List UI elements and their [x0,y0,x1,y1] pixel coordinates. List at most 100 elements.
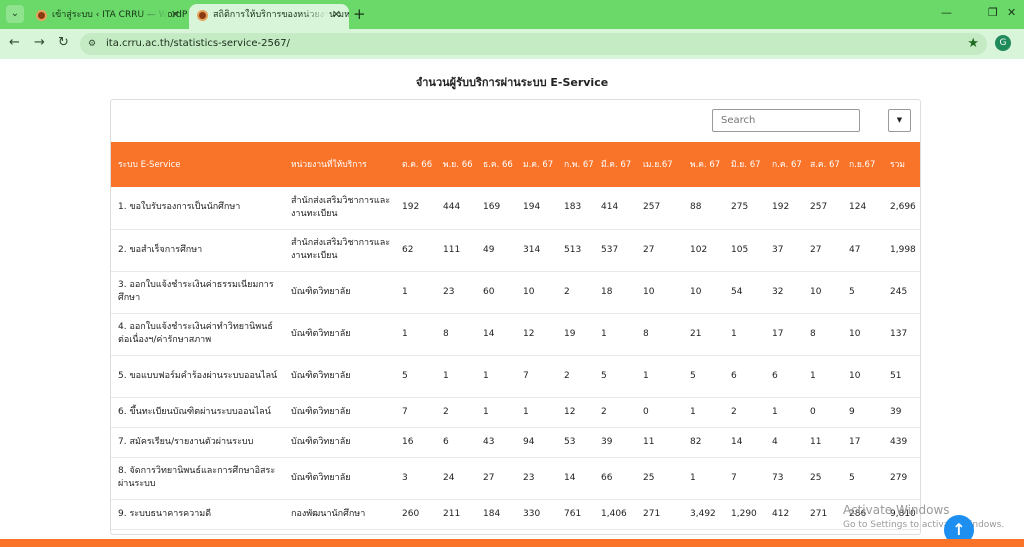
column-header[interactable]: ก.พ. 67 [557,142,594,187]
count-cell: 2 [724,397,765,428]
count-cell: 271 [803,499,842,530]
count-cell: 5 [683,355,724,398]
url-text: ita.crru.ac.th/statistics-service-2567/ [106,38,290,49]
address-bar[interactable]: ⚙ ita.crru.ac.th/statistics-service-2567… [80,33,987,55]
department-cell: กองพัฒนานักศึกษา [284,499,395,530]
back-arrow-icon[interactable]: ← [9,35,20,50]
department-cell: บัณฑิตวิทยาลัย [284,271,395,314]
count-cell: 32 [765,271,803,314]
count-cell: 6 [724,355,765,398]
count-cell: 260 [395,499,436,530]
close-icon[interactable]: ✕ [332,4,341,26]
star-icon[interactable]: ★ [967,36,979,51]
count-cell: 1,998 [883,229,920,272]
site-info-icon[interactable]: ⚙ [88,38,100,50]
count-cell: 211 [436,499,476,530]
search-input[interactable] [712,109,860,132]
column-header[interactable]: ระบบ E-Service [111,142,284,187]
department-cell: บัณฑิตวิทยาลัย [284,313,395,356]
count-cell: 11 [636,427,683,458]
count-cell: 7 [395,397,436,428]
count-cell: 23 [436,271,476,314]
count-cell: 14 [557,457,594,500]
column-header[interactable]: เม.ย.67 [636,142,683,187]
column-header[interactable]: หน่วยงานที่ให้บริการ [284,142,395,187]
forward-arrow-icon[interactable]: → [34,35,45,50]
column-header[interactable]: พ.ย. 66 [436,142,476,187]
count-cell: 257 [636,187,683,230]
minimize-icon[interactable]: — [941,6,952,19]
count-cell: 1 [395,313,436,356]
count-cell: 19 [557,313,594,356]
service-name-cell: 3. ออกใบแจ้งชำระเงินค่าธรรมเนียมการศึกษา [111,271,284,314]
count-cell: 8 [803,313,842,356]
close-window-icon[interactable]: ✕ [1007,6,1016,19]
site-favicon-icon [36,10,47,21]
table-row: 9. ระบบธนาคารความดี กองพัฒนานักศึกษา 260 21… [111,499,920,530]
count-cell: 105 [724,229,765,272]
chevron-down-icon[interactable]: ▼ [888,109,911,132]
service-name-cell: 9. ระบบธนาคารความดี [111,499,284,530]
count-cell: 62 [395,229,436,272]
stats-table: ระบบ E-Service หน่วยงานที่ให้บริการ ต.ค.… [111,142,920,530]
count-cell: 9 [842,397,883,428]
column-header[interactable]: ต.ค. 66 [395,142,436,187]
reload-icon[interactable]: ↻ [58,35,69,50]
count-cell: 314 [516,229,557,272]
count-cell: 6 [436,427,476,458]
department-cell: บัณฑิตวิทยาลัย [284,427,395,458]
count-cell: 10 [683,271,724,314]
count-cell: 1 [476,397,516,428]
count-cell: 66 [594,457,636,500]
table-row: 3. ออกใบแจ้งชำระเงินค่าธรรมเนียมการศึกษา… [111,271,920,314]
close-icon[interactable]: ✕ [171,4,180,26]
count-cell: 1 [395,271,436,314]
count-cell: 25 [636,457,683,500]
table-row: 1. ขอใบรับรองการเป็นนักศึกษา สำนักส่งเสริ… [111,187,920,230]
count-cell: 439 [883,427,920,458]
service-name-cell: 8. จัดการวิทยานิพนธ์และการศึกษาอิสระผ่าน… [111,457,284,500]
service-name-cell: 7. สมัครเรียน/รายงานตัวผ่านระบบ [111,427,284,458]
count-cell: 412 [765,499,803,530]
count-cell: 24 [436,457,476,500]
chevron-down-icon[interactable]: ⌄ [6,5,24,23]
count-cell: 47 [842,229,883,272]
count-cell: 2 [557,355,594,398]
column-header[interactable]: ม.ค. 67 [516,142,557,187]
count-cell: 53 [557,427,594,458]
column-header[interactable]: ธ.ค. 66 [476,142,516,187]
browser-tab-statistics[interactable]: สถิติการให้บริการของหน่วยงาน มหาวิทยาลัย… [189,4,349,29]
count-cell: 27 [803,229,842,272]
count-cell: 88 [683,187,724,230]
service-name-cell: 2. ขอสำเร็จการศึกษา [111,229,284,272]
count-cell: 16 [395,427,436,458]
column-header[interactable]: มี.ค. 67 [594,142,636,187]
count-cell: 3 [395,457,436,500]
column-header[interactable]: พ.ค. 67 [683,142,724,187]
count-cell: 169 [476,187,516,230]
column-header[interactable]: มิ.ย. 67 [724,142,765,187]
restore-icon[interactable]: ❐ [988,6,998,19]
department-cell: สำนักส่งเสริมวิชาการและงานทะเบียน [284,229,395,272]
column-header[interactable]: รวม [883,142,920,187]
column-header[interactable]: ก.ย.67 [842,142,883,187]
count-cell: 102 [683,229,724,272]
activate-windows-title: Activate Windows [843,503,950,517]
column-header[interactable]: ส.ค. 67 [803,142,842,187]
avatar[interactable]: G [995,35,1011,51]
count-cell: 537 [594,229,636,272]
column-header[interactable]: ก.ค. 67 [765,142,803,187]
count-cell: 137 [883,313,920,356]
plus-icon[interactable]: + [353,6,366,23]
table-row: 4. ออกใบแจ้งชำระเงินค่าทำวิทยานิพนธ์ต่อเ… [111,313,920,356]
count-cell: 5 [395,355,436,398]
count-cell: 39 [594,427,636,458]
count-cell: 1 [436,355,476,398]
count-cell: 1 [765,397,803,428]
count-cell: 275 [724,187,765,230]
count-cell: 7 [724,457,765,500]
browser-tab-wordpress[interactable]: เข้าสู่ระบบ ‹ ITA CRRU — WordPress ✕ [28,4,188,29]
count-cell: 18 [594,271,636,314]
count-cell: 82 [683,427,724,458]
count-cell: 49 [476,229,516,272]
